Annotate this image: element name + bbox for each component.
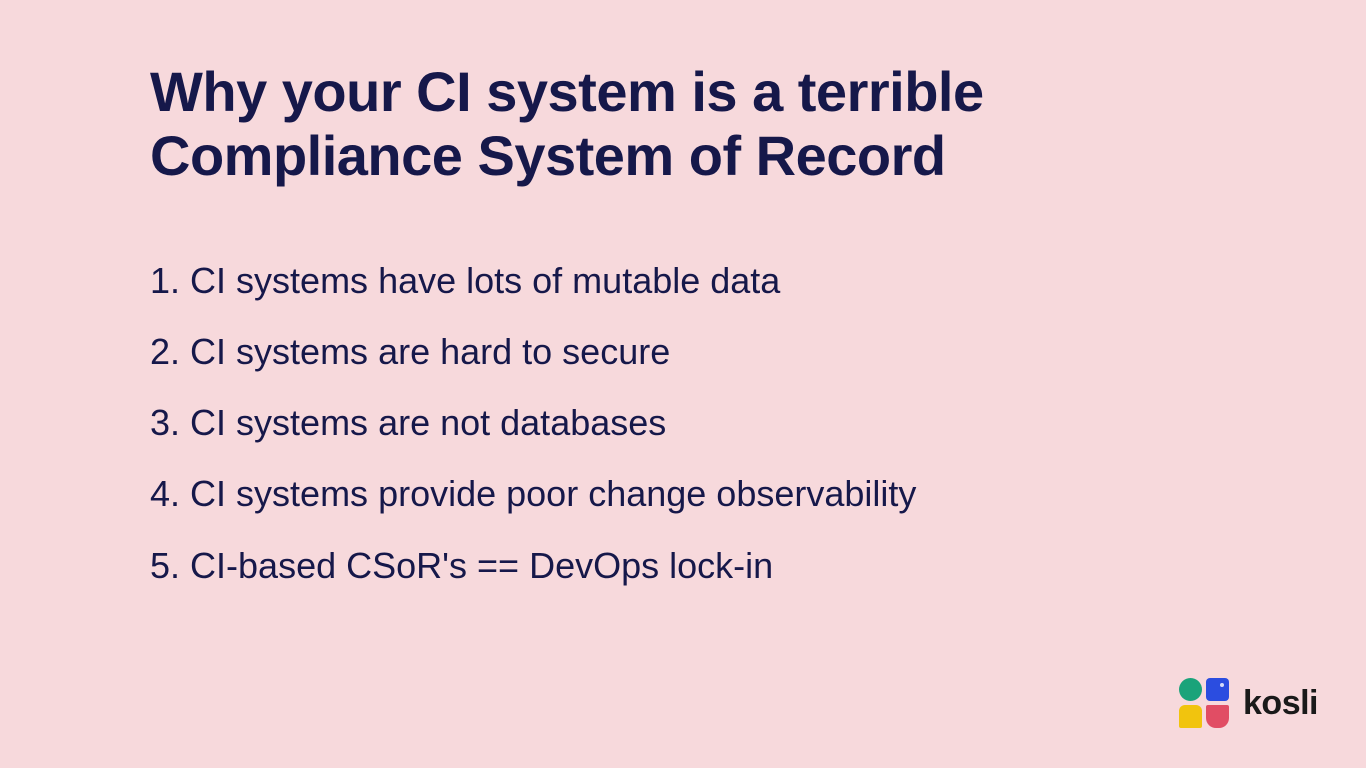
logo-shape-yellow-icon xyxy=(1179,705,1202,728)
logo-shape-red-icon xyxy=(1206,705,1229,728)
list-item: CI systems have lots of mutable data xyxy=(150,259,1216,302)
logo-shape-blue-icon xyxy=(1206,678,1229,701)
brand-name: kosli xyxy=(1243,684,1318,723)
slide-title: Why your CI system is a terrible Complia… xyxy=(150,60,1216,189)
logo-shape-green-icon xyxy=(1179,678,1202,701)
list-item: CI systems are not databases xyxy=(150,401,1216,444)
kosli-mark-icon xyxy=(1179,678,1229,728)
slide: Why your CI system is a terrible Complia… xyxy=(0,0,1366,768)
points-list: CI systems have lots of mutable data CI … xyxy=(150,259,1216,587)
brand-logo: kosli xyxy=(1179,678,1318,728)
list-item: CI systems are hard to secure xyxy=(150,330,1216,373)
list-item: CI systems provide poor change observabi… xyxy=(150,472,1216,515)
list-item: CI-based CSoR's == DevOps lock-in xyxy=(150,544,1216,587)
